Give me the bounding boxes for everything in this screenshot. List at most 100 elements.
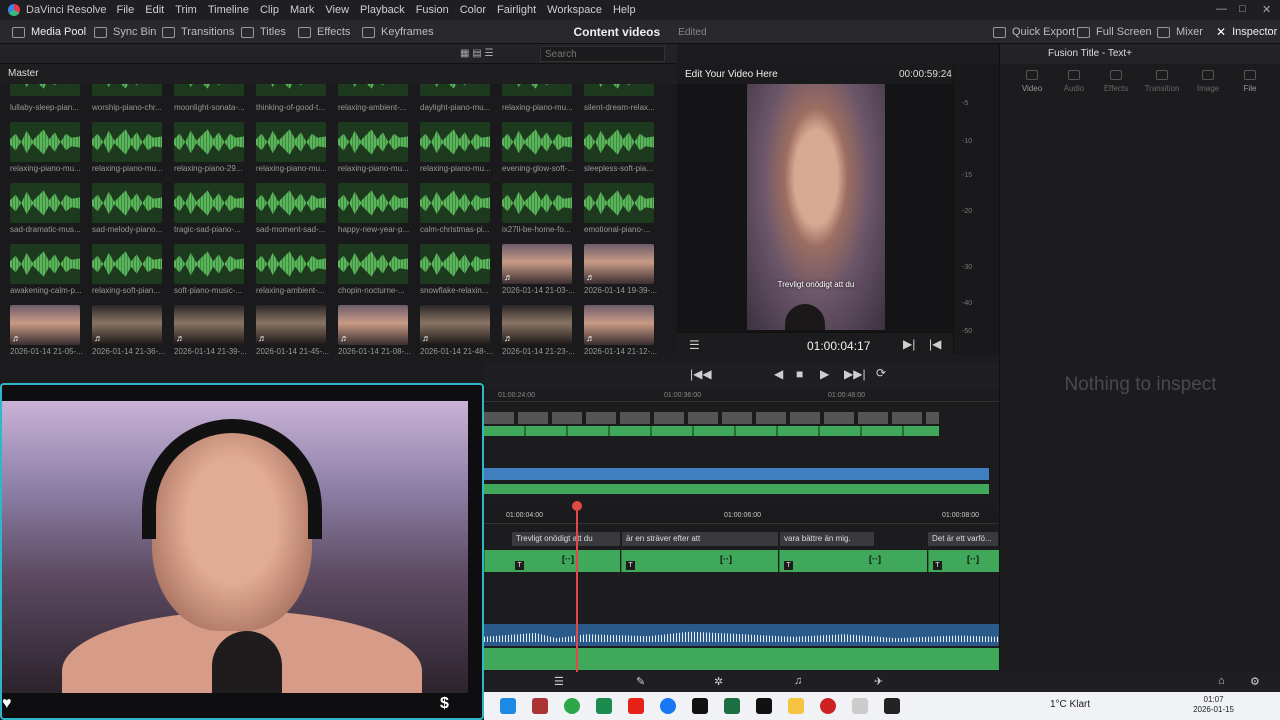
- playhead[interactable]: [572, 501, 582, 672]
- media-clip[interactable]: [420, 122, 490, 162]
- fairlight-page-icon[interactable]: ♫: [794, 675, 802, 687]
- prev-frame-icon[interactable]: |◀: [929, 337, 941, 351]
- media-clip[interactable]: [584, 183, 654, 223]
- mixer-button[interactable]: Mixer: [1157, 20, 1203, 44]
- media-clip[interactable]: [584, 84, 654, 96]
- media-clip[interactable]: [174, 84, 244, 96]
- thumbnail-view-icon[interactable]: ▦ ▤ ☰: [460, 48, 493, 59]
- media-clip[interactable]: ♬: [256, 305, 326, 345]
- media-clip[interactable]: ♬: [502, 305, 572, 345]
- menu-fairlight[interactable]: Fairlight: [497, 4, 536, 16]
- media-clip[interactable]: [174, 183, 244, 223]
- viewer-clip-name[interactable]: Edit Your Video Here: [685, 69, 778, 80]
- x-icon[interactable]: [756, 698, 772, 714]
- transitions-button[interactable]: Transitions: [162, 20, 234, 44]
- media-clip[interactable]: [338, 183, 408, 223]
- quick-export-button[interactable]: Quick Export: [993, 20, 1075, 44]
- media-clip[interactable]: [420, 84, 490, 96]
- subtitle-clip[interactable]: Det är ett varfö...: [928, 532, 998, 546]
- obs-icon[interactable]: [820, 698, 836, 714]
- media-clip[interactable]: [10, 244, 80, 284]
- media-clip[interactable]: ♬: [584, 244, 654, 284]
- subtitle-clip[interactable]: vara bättre än mig.: [780, 532, 874, 546]
- media-clip[interactable]: [584, 122, 654, 162]
- timeline-ruler[interactable]: 01:00:04:00 01:00:06:00 01:00:08:00: [484, 510, 999, 524]
- media-clip[interactable]: [174, 122, 244, 162]
- audio-track[interactable]: [484, 624, 999, 646]
- menu-color[interactable]: Color: [460, 4, 486, 16]
- fusion-page-icon[interactable]: ✲: [714, 675, 723, 688]
- media-clip[interactable]: [92, 244, 162, 284]
- settings-icon[interactable]: ⚙: [1250, 675, 1260, 688]
- media-clip[interactable]: [10, 183, 80, 223]
- facebook-icon[interactable]: [660, 698, 676, 714]
- media-clip[interactable]: [502, 183, 572, 223]
- edit-page-icon[interactable]: ✎: [636, 675, 645, 688]
- media-clip[interactable]: [10, 84, 80, 96]
- maximize-icon[interactable]: □: [1239, 3, 1246, 15]
- youtube-icon[interactable]: [628, 698, 644, 714]
- cut-page-icon[interactable]: ☰: [554, 675, 564, 688]
- stop-icon[interactable]: ■: [796, 367, 803, 381]
- menu-mark[interactable]: Mark: [290, 4, 314, 16]
- media-clip[interactable]: [338, 84, 408, 96]
- menu-edit[interactable]: Edit: [145, 4, 164, 16]
- app-icon[interactable]: [596, 698, 612, 714]
- media-pool-button[interactable]: Media Pool: [12, 20, 86, 44]
- play-icon[interactable]: ▶: [820, 367, 829, 381]
- media-clip[interactable]: [92, 122, 162, 162]
- media-clip[interactable]: ♬: [338, 305, 408, 345]
- effects-button[interactable]: Effects: [298, 20, 350, 44]
- menu-timeline[interactable]: Timeline: [208, 4, 249, 16]
- minimize-icon[interactable]: —: [1216, 3, 1227, 15]
- master-bin-label[interactable]: Master: [0, 64, 677, 84]
- home-icon[interactable]: ⌂: [1218, 675, 1225, 687]
- text-clip[interactable]: T [··]: [928, 550, 999, 572]
- tiktok-icon[interactable]: [692, 698, 708, 714]
- titles-button[interactable]: Titles: [241, 20, 286, 44]
- menu-trim[interactable]: Trim: [175, 4, 197, 16]
- menu-view[interactable]: View: [325, 4, 349, 16]
- go-to-start-icon[interactable]: |◀◀: [690, 367, 712, 381]
- tab-audio[interactable]: Audio: [1054, 70, 1094, 93]
- app-icon[interactable]: [852, 698, 868, 714]
- tab-video[interactable]: Video: [1012, 70, 1052, 93]
- menu-fusion[interactable]: Fusion: [416, 4, 449, 16]
- menu-workspace[interactable]: Workspace: [547, 4, 602, 16]
- weather[interactable]: 1°C Klart: [1050, 699, 1090, 710]
- media-clip[interactable]: [256, 244, 326, 284]
- media-clip[interactable]: ♬: [92, 305, 162, 345]
- music-track[interactable]: [484, 648, 999, 670]
- go-to-end-icon[interactable]: ▶▶|: [844, 367, 866, 381]
- media-clip[interactable]: [256, 122, 326, 162]
- media-clip[interactable]: [420, 244, 490, 284]
- inspector-button[interactable]: ✕ Inspector: [1216, 20, 1277, 44]
- menu-file[interactable]: File: [117, 4, 135, 16]
- adjust-icon[interactable]: ☰: [689, 338, 700, 352]
- media-clip[interactable]: [420, 183, 490, 223]
- reverse-play-icon[interactable]: ◀: [774, 367, 783, 381]
- excel-icon[interactable]: [724, 698, 740, 714]
- full-screen-button[interactable]: Full Screen: [1077, 20, 1152, 44]
- tab-effects[interactable]: Effects: [1096, 70, 1136, 93]
- spotify-icon[interactable]: [564, 698, 580, 714]
- media-clip[interactable]: ♬: [174, 305, 244, 345]
- viewer[interactable]: Trevligt onödigt att du: [677, 84, 953, 332]
- edge-icon[interactable]: [500, 698, 516, 714]
- media-clip[interactable]: ♬: [420, 305, 490, 345]
- media-clip[interactable]: [502, 122, 572, 162]
- media-clip[interactable]: ♬: [584, 305, 654, 345]
- sync-bin-button[interactable]: Sync Bin: [94, 20, 156, 44]
- davinci-taskbar-icon[interactable]: [884, 698, 900, 714]
- text-clip[interactable]: T [··]: [779, 550, 927, 572]
- media-clip[interactable]: [10, 122, 80, 162]
- keyframes-button[interactable]: Keyframes: [362, 20, 434, 44]
- folder-icon[interactable]: [788, 698, 804, 714]
- tab-transition[interactable]: Transition: [1142, 70, 1182, 93]
- media-clip[interactable]: ♬: [502, 244, 572, 284]
- menu-playback[interactable]: Playback: [360, 4, 405, 16]
- tab-file[interactable]: File: [1230, 70, 1270, 93]
- menu-clip[interactable]: Clip: [260, 4, 279, 16]
- tab-image[interactable]: Image: [1188, 70, 1228, 93]
- media-clip[interactable]: [338, 122, 408, 162]
